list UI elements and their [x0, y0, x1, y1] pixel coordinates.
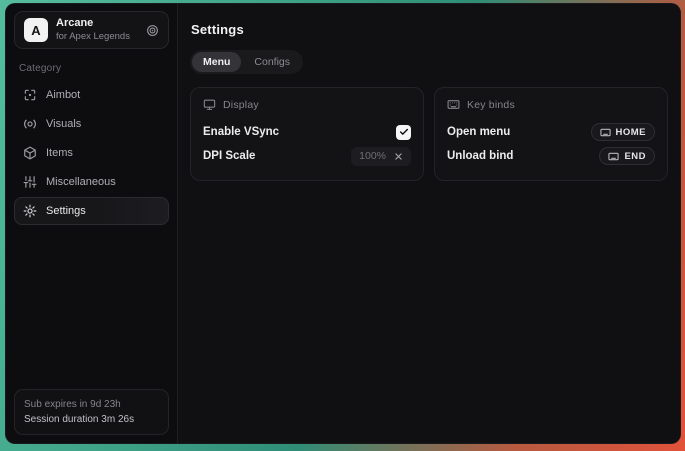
sidebar-item-label: Items	[46, 147, 73, 159]
display-card-header: Display	[203, 98, 411, 111]
display-card-title: Display	[223, 99, 259, 111]
keyboard-icon	[600, 127, 611, 138]
clear-icon[interactable]	[394, 152, 403, 161]
app-name: Arcane	[56, 17, 130, 31]
app-window: A Arcane for Apex Legends Category	[5, 3, 681, 444]
gear-icon	[23, 204, 37, 218]
keybinds-card-title: Key binds	[467, 99, 515, 111]
dpi-scale-label: DPI Scale	[203, 150, 255, 162]
sliders-icon	[23, 175, 37, 189]
keyboard-icon	[447, 98, 460, 111]
sub-expiry-text: Sub expires in 9d 23h	[24, 397, 159, 412]
unload-bind-row: Unload bind END	[447, 144, 655, 168]
keyboard-icon	[608, 151, 619, 162]
app-title-block: Arcane for Apex Legends	[56, 17, 130, 43]
app-logo: A	[24, 18, 48, 42]
cube-icon	[23, 146, 37, 160]
open-menu-key: HOME	[616, 127, 647, 138]
desktop-background: A Arcane for Apex Legends Category	[0, 0, 685, 451]
scan-eye-icon	[23, 117, 37, 131]
page-title: Settings	[191, 22, 668, 37]
display-card: Display Enable VSync DPI Scale 1	[190, 87, 424, 181]
app-logo-letter: A	[31, 23, 40, 38]
sidebar-item-visuals[interactable]: Visuals	[14, 110, 169, 138]
sidebar-item-label: Visuals	[46, 118, 81, 130]
sidebar-item-label: Aimbot	[46, 89, 80, 101]
tab-bar: Menu Configs	[190, 50, 303, 74]
sidebar-item-label: Miscellaneous	[46, 176, 116, 188]
sidebar-item-aimbot[interactable]: Aimbot	[14, 81, 169, 109]
category-label: Category	[19, 63, 164, 74]
keybinds-card: Key binds Open menu HOME	[434, 87, 668, 181]
monitor-icon	[203, 98, 216, 111]
open-menu-label: Open menu	[447, 126, 510, 138]
sidebar-item-items[interactable]: Items	[14, 139, 169, 167]
vsync-label: Enable VSync	[203, 126, 279, 138]
open-menu-keybind[interactable]: HOME	[591, 123, 656, 141]
checkmark-icon	[399, 127, 409, 137]
app-card: A Arcane for Apex Legends	[14, 11, 169, 49]
sidebar: A Arcane for Apex Legends Category	[6, 4, 178, 443]
subscription-info-card: Sub expires in 9d 23h Session duration 3…	[14, 389, 169, 435]
unload-bind-label: Unload bind	[447, 150, 513, 162]
session-duration-text: Session duration 3m 26s	[24, 412, 159, 427]
vsync-checkbox[interactable]	[396, 125, 411, 140]
open-menu-row: Open menu HOME	[447, 120, 655, 144]
sidebar-spacer	[14, 225, 169, 389]
dpi-scale-input[interactable]: 100%	[351, 147, 411, 166]
dpi-scale-value: 100%	[359, 150, 386, 162]
sidebar-item-settings[interactable]: Settings	[14, 197, 169, 225]
main-content: Settings Menu Configs Display	[178, 4, 680, 443]
app-subtitle: for Apex Legends	[56, 31, 130, 43]
sidebar-item-label: Settings	[46, 205, 86, 217]
sidebar-nav: Aimbot Visuals	[14, 81, 169, 225]
unload-keybind[interactable]: END	[599, 147, 655, 165]
sidebar-item-miscellaneous[interactable]: Miscellaneous	[14, 168, 169, 196]
vsync-row: Enable VSync	[203, 120, 411, 144]
target-icon[interactable]	[146, 24, 159, 37]
crosshair-icon	[23, 88, 37, 102]
tab-menu[interactable]: Menu	[192, 52, 241, 72]
settings-cards: Display Enable VSync DPI Scale 1	[190, 87, 668, 181]
dpi-scale-row: DPI Scale 100%	[203, 144, 411, 168]
keybinds-card-header: Key binds	[447, 98, 655, 111]
unload-bind-key: END	[624, 151, 646, 162]
tab-configs[interactable]: Configs	[243, 52, 301, 72]
